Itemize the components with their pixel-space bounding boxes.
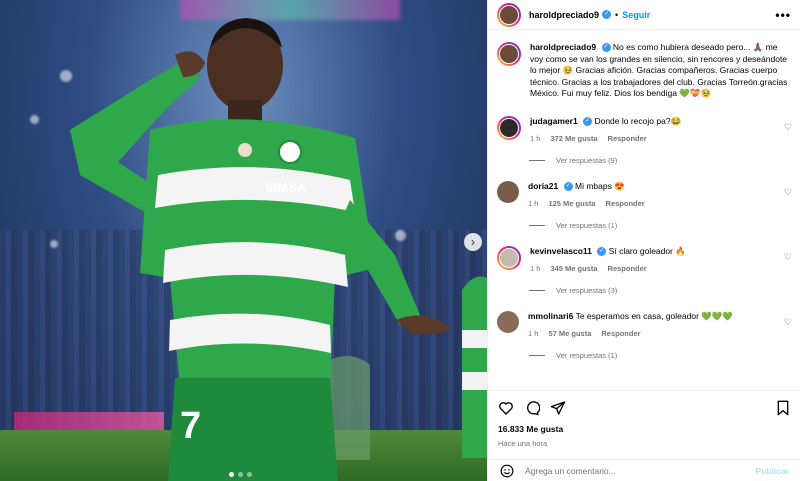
replies-line [529, 354, 545, 356]
replies-line [529, 289, 545, 291]
reply-button[interactable]: Responder [608, 263, 647, 274]
post-photo[interactable]: 7 SIMSA Soriana › [0, 0, 487, 481]
jersey-main-sponsor: Soriana [232, 212, 299, 232]
post-actions: 16.833 Me gusta Hace una hora [488, 390, 800, 452]
like-comment-icon[interactable]: ♡ [784, 317, 792, 328]
author-username[interactable]: haroldpreciado9 [529, 10, 599, 20]
comment-icon[interactable] [524, 400, 540, 416]
caption-username[interactable]: haroldpreciado9 [530, 42, 596, 52]
bookmark-icon[interactable] [775, 400, 791, 416]
commenter-avatar[interactable] [497, 180, 519, 203]
verified-icon: ✓ [563, 181, 573, 191]
verified-icon: ✓ [583, 116, 593, 126]
comment-item: judagamer1 ✓ Donde lo recojo pa?😂 1 h 37… [497, 115, 792, 144]
chevron-right-icon: › [471, 235, 475, 249]
view-replies-button[interactable]: Ver respuestas (1) [529, 351, 792, 360]
comment-likes[interactable]: 345 Me gusta [550, 263, 597, 274]
follow-button[interactable]: Seguir [622, 10, 650, 20]
comment-item: doria21 ✓ Mi mbaps 😍 1 h 125 Me gusta Re… [497, 180, 792, 209]
comment-text: Donde lo recojo pa?😂 [594, 115, 682, 126]
comment-time[interactable]: 1 h [528, 328, 538, 339]
comment-username[interactable]: kevinvelasco11 [530, 246, 592, 256]
comment-text: Te esperamos en casa, goleador 💚💚💚 [575, 310, 734, 321]
comment-meta: 1 h 125 Me gusta Responder [528, 198, 783, 209]
comment-meta: 1 h 57 Me gusta Responder [528, 328, 783, 339]
view-replies-button[interactable]: Ver respuestas (3) [529, 286, 792, 295]
verified-icon: ✓ [602, 10, 612, 19]
commenter-avatar[interactable] [497, 245, 521, 270]
post-sidebar: haroldpreciado9 ✓ • Seguir ••• haroldpre… [487, 0, 800, 481]
view-replies-button[interactable]: Ver respuestas (9) [529, 156, 792, 165]
author-avatar[interactable] [497, 42, 521, 66]
comment-item: kevinvelasco11 ✓ Sí claro goleador 🔥 1 h… [497, 245, 792, 274]
comment-likes[interactable]: 125 Me gusta [548, 198, 595, 209]
commenter-avatar[interactable] [497, 310, 519, 333]
separator-dot: • [615, 9, 619, 20]
reply-button[interactable]: Responder [608, 133, 647, 144]
comment-username[interactable]: mmolinari6 [528, 311, 573, 321]
view-replies-label: Ver respuestas (9) [556, 155, 618, 165]
comments-list[interactable]: haroldpreciado9 ✓ No es como hubiera des… [488, 32, 800, 390]
view-replies-label: Ver respuestas (1) [556, 350, 618, 360]
comment-time[interactable]: 1 h [528, 198, 538, 209]
comment-item: mmolinari6 Te esperamos en casa, goleado… [497, 310, 792, 339]
verified-icon: ✓ [601, 43, 611, 53]
comment-likes[interactable]: 372 Me gusta [550, 133, 597, 144]
jersey-sponsor: SIMSA [265, 180, 307, 195]
next-photo-button[interactable]: › [464, 233, 482, 251]
view-replies-label: Ver respuestas (1) [556, 220, 618, 230]
replies-line [529, 159, 545, 161]
like-comment-icon[interactable]: ♡ [784, 252, 792, 263]
commenter-avatar[interactable] [497, 115, 521, 140]
view-replies-label: Ver respuestas (3) [556, 285, 618, 295]
author-avatar[interactable] [497, 2, 521, 27]
post-header: haroldpreciado9 ✓ • Seguir ••• [488, 0, 800, 30]
carousel-dot [247, 472, 252, 477]
carousel-dots [229, 472, 252, 477]
reply-button[interactable]: Responder [606, 198, 645, 209]
share-icon[interactable] [550, 400, 566, 416]
comment-time[interactable]: 1 h [530, 133, 540, 144]
emoji-icon[interactable] [500, 464, 514, 478]
more-options-icon[interactable]: ••• [775, 8, 791, 22]
carousel-dot [238, 472, 243, 477]
like-icon[interactable] [498, 400, 514, 416]
add-comment-bar: Agrega un comentario... Publicar [488, 459, 800, 481]
verified-icon: ✓ [597, 246, 607, 256]
likes-count[interactable]: 16.833 Me gusta [498, 424, 791, 434]
reply-button[interactable]: Responder [601, 328, 640, 339]
comment-time[interactable]: 1 h [530, 263, 540, 274]
player-figure: 7 SIMSA Soriana [70, 18, 487, 481]
like-comment-icon[interactable]: ♡ [784, 122, 792, 133]
like-comment-icon[interactable]: ♡ [784, 187, 792, 198]
post-caption: haroldpreciado9 ✓ No es como hubiera des… [497, 32, 792, 100]
carousel-dot [229, 472, 234, 477]
comment-username[interactable]: judagamer1 [530, 116, 578, 126]
post-comment-button[interactable]: Publicar [755, 466, 789, 476]
comment-text: Mi mbaps 😍 [575, 180, 625, 191]
comment-text: Sí claro goleador 🔥 [608, 245, 686, 256]
comment-likes[interactable]: 57 Me gusta [548, 328, 591, 339]
view-replies-button[interactable]: Ver respuestas (1) [529, 221, 792, 230]
replies-line [529, 224, 545, 226]
post-time: Hace una hora [498, 439, 548, 448]
comment-meta: 1 h 345 Me gusta Responder [530, 263, 785, 274]
jersey-number: 7 [180, 405, 201, 447]
comment-username[interactable]: doria21 [528, 181, 558, 191]
comment-meta: 1 h 372 Me gusta Responder [530, 133, 785, 144]
comment-input[interactable]: Agrega un comentario... [525, 466, 755, 476]
